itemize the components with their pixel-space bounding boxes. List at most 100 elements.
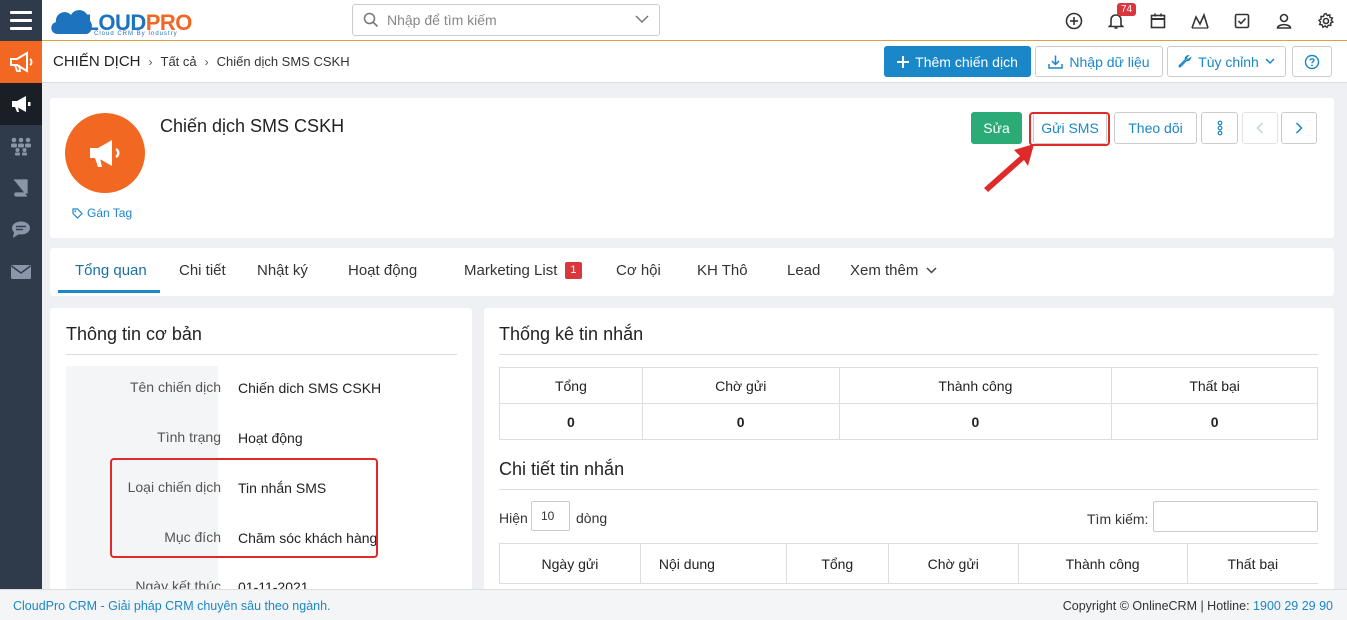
chevron-down-icon[interactable] [635, 14, 649, 24]
vertical-ellipsis-icon [1217, 120, 1222, 136]
column-header-pending[interactable]: Chờ gửi [888, 543, 1019, 584]
notifications-button[interactable]: 74 [1095, 0, 1137, 41]
tab-raw-customers[interactable]: KH Thô [680, 248, 765, 293]
add-tag-link[interactable]: Gán Tag [72, 206, 132, 220]
tab-marketing-list[interactable]: Marketing List 1 [436, 248, 596, 293]
table-search-input[interactable] [1153, 501, 1318, 532]
sidebar-item-contacts[interactable] [0, 125, 42, 167]
record-title: Chiến dịch SMS CSKH [160, 116, 345, 136]
follow-button[interactable]: Theo dõi [1114, 112, 1197, 144]
sidebar-item-chat[interactable] [0, 209, 42, 251]
search-input[interactable] [387, 10, 617, 30]
help-icon [1304, 54, 1320, 69]
stats-header-pending: Chờ gửi [641, 367, 840, 404]
gear-icon [1317, 12, 1335, 29]
sidebar-item-email[interactable] [0, 251, 42, 293]
send-sms-highlight [1029, 112, 1110, 146]
menu-toggle-button[interactable] [0, 0, 42, 41]
help-button[interactable] [1292, 46, 1332, 77]
column-header-send-date[interactable]: Ngày gửi [499, 543, 641, 584]
stats-value-total: 0 [499, 403, 643, 440]
breadcrumb-root[interactable]: CHIẾN DỊCH [53, 53, 141, 70]
stats-value-failed: 0 [1111, 403, 1318, 440]
plus-icon [897, 55, 910, 68]
page-header: CHIẾN DỊCH › Tất cả › Chiến dịch SMS CSK… [42, 41, 1347, 83]
stats-value-pending: 0 [641, 403, 840, 440]
group-icon [11, 137, 31, 156]
menu-icon-bar [10, 27, 32, 30]
edit-label: Sửa [983, 120, 1010, 136]
tab-log[interactable]: Nhật ký [238, 248, 324, 293]
global-search[interactable] [352, 4, 660, 36]
tab-overview[interactable]: Tổng quan [58, 248, 160, 293]
column-header-failed[interactable]: Thất bại [1187, 543, 1318, 584]
notification-count-badge: 74 [1117, 3, 1137, 16]
breadcrumb-all[interactable]: Tất cả [161, 54, 197, 69]
chevron-down-icon [926, 267, 937, 274]
tab-list: Tổng quan Chi tiết Nhật ký Hoạt động Mar… [58, 248, 945, 293]
tab-label: Marketing List [464, 262, 558, 279]
sidebar-item-knowledge[interactable] [0, 167, 42, 209]
sidebar-item-marketing[interactable] [0, 41, 42, 83]
annotation-arrow [984, 144, 1034, 192]
add-button[interactable] [1053, 0, 1095, 41]
show-label: Hiện [499, 510, 528, 526]
column-header-total[interactable]: Tổng [786, 543, 889, 584]
tab-label: Nhật ký [257, 262, 308, 279]
column-header-success[interactable]: Thành công [1018, 543, 1188, 584]
top-icon-bar: 74 [1053, 0, 1347, 41]
table-search-label: Tìm kiếm: [1087, 511, 1149, 527]
reports-button[interactable] [1179, 0, 1221, 41]
megaphone-icon [10, 51, 33, 73]
add-campaign-button[interactable]: Thêm chiến dịch [884, 46, 1031, 77]
sms-detail-table: Ngày gửi Nội dung Tổng Chờ gửi Thành côn… [499, 543, 1318, 584]
chevron-down-icon [1265, 58, 1275, 65]
previous-record-button[interactable] [1242, 112, 1278, 144]
tab-opportunities[interactable]: Cơ hội [596, 248, 680, 293]
follow-label: Theo dõi [1128, 120, 1183, 136]
field-label-status: Tình trạng [157, 429, 221, 445]
customize-label: Tùy chỉnh [1198, 53, 1259, 70]
left-sidebar [0, 41, 42, 589]
tasks-button[interactable] [1221, 0, 1263, 41]
basic-info-title: Thông tin cơ bản [66, 324, 202, 344]
footer-tagline[interactable]: CloudPro CRM - Giải pháp CRM chuyên sâu … [13, 599, 331, 613]
column-header-content[interactable]: Nội dung [640, 543, 787, 584]
tab-more[interactable]: Xem thêm [835, 248, 945, 293]
import-data-button[interactable]: Nhập dữ liệu [1035, 46, 1163, 77]
more-actions-button[interactable] [1201, 112, 1238, 144]
stats-table: Tổng Chờ gửi Thành công Thất bại 0 0 0 0 [499, 367, 1318, 440]
type-purpose-highlight [110, 458, 378, 558]
rows-per-page-select[interactable]: 10 [531, 501, 570, 531]
next-record-button[interactable] [1281, 112, 1317, 144]
divider [66, 354, 457, 355]
tab-leads[interactable]: Lead [765, 248, 835, 293]
tab-label: Hoạt động [348, 262, 418, 279]
chat-bubble-icon [12, 221, 30, 238]
profile-button[interactable] [1263, 0, 1305, 41]
chevron-right-icon: › [148, 54, 153, 69]
chevron-right-icon [1295, 122, 1303, 134]
campaign-avatar [65, 113, 145, 193]
customize-dropdown[interactable]: Tùy chỉnh [1167, 46, 1286, 77]
cloudpro-logo[interactable]: CLOUDPRO Cloud CRM By Industry [48, 4, 208, 38]
stats-value-row: 0 0 0 0 [499, 403, 1318, 440]
tab-label: Tổng quan [75, 262, 147, 279]
sidebar-item-campaigns[interactable] [0, 83, 42, 125]
chevron-left-icon [1256, 122, 1264, 134]
sms-stats-panel: Thống kê tin nhắn Tổng Chờ gửi Thành côn… [484, 308, 1334, 598]
stats-value-success: 0 [838, 403, 1113, 440]
calendar-button[interactable] [1137, 0, 1179, 41]
megaphone-icon [90, 140, 120, 167]
import-data-label: Nhập dữ liệu [1069, 53, 1150, 70]
detail-header-row: Ngày gửi Nội dung Tổng Chờ gửi Thành côn… [499, 543, 1318, 584]
stats-title: Thống kê tin nhắn [499, 324, 644, 344]
tab-activities[interactable]: Hoạt động [324, 248, 436, 293]
hotline-number[interactable]: 1900 29 29 90 [1253, 599, 1333, 613]
tab-label: KH Thô [697, 262, 748, 279]
record-summary-card: Gán Tag Chiến dịch SMS CSKH Sửa Gửi SMS … [50, 98, 1334, 238]
tab-details[interactable]: Chi tiết [160, 248, 238, 293]
chevron-right-icon: › [204, 54, 209, 69]
user-icon [1276, 13, 1292, 29]
settings-button[interactable] [1305, 0, 1347, 41]
